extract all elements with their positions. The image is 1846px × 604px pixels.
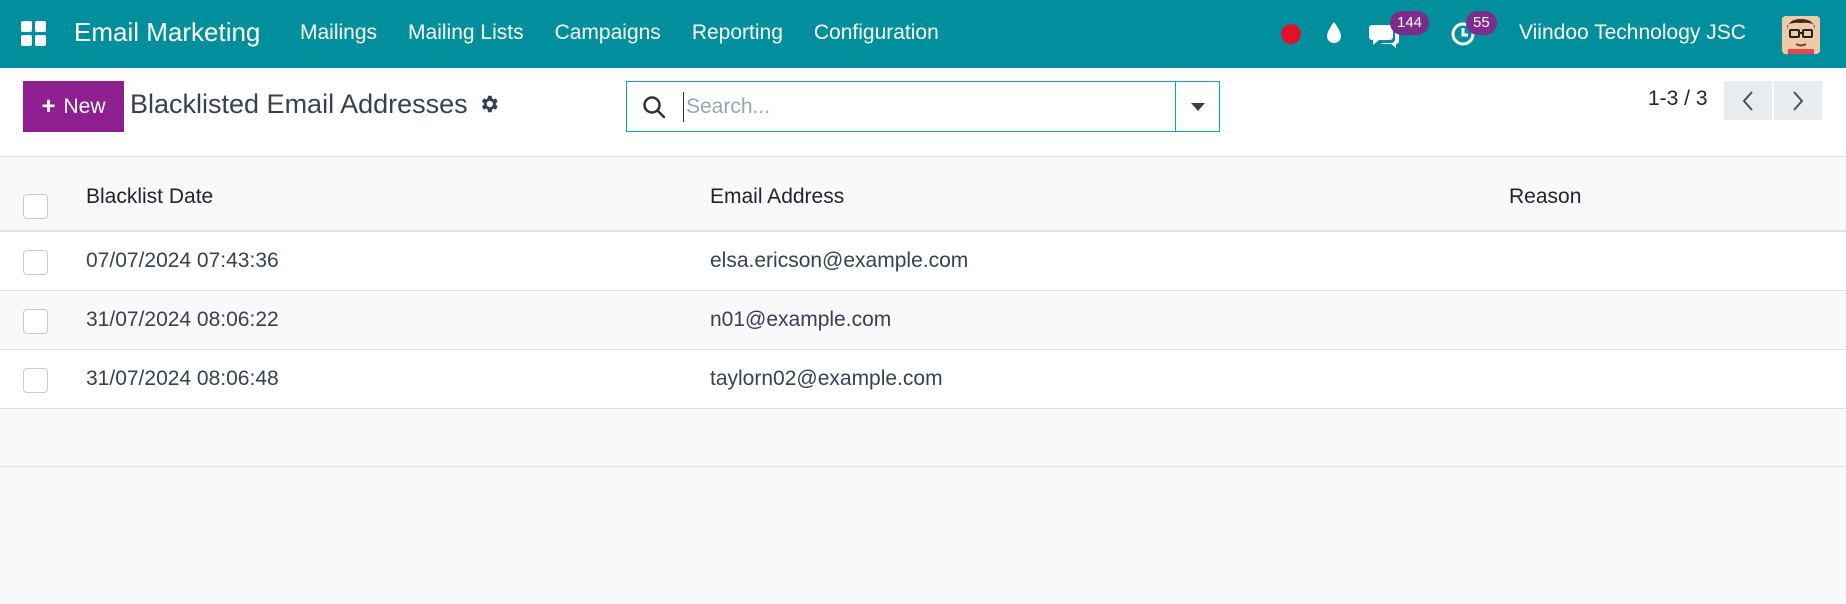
apps-menu-icon[interactable] [21,21,46,46]
page-title: Blacklisted Email Addresses [130,89,468,119]
company-switcher[interactable]: Viindoo Technology JSC [1519,21,1746,45]
chevron-left-icon [1742,90,1753,111]
select-all-checkbox[interactable] [23,194,48,219]
blacklist-date-cell: 31/07/2024 08:06:22 [86,308,279,331]
table-row[interactable]: 31/07/2024 08:06:22 n01@example.com [0,291,1846,350]
column-header-reason[interactable]: Reason [1509,185,1581,209]
drop-icon[interactable] [1324,20,1344,51]
table-row[interactable]: 07/07/2024 07:43:36 elsa.ericson@example… [0,232,1846,291]
caret-down-icon [1190,102,1205,111]
new-button[interactable]: + New [23,81,124,132]
row-checkbox[interactable] [23,368,48,393]
blacklist-table: Blacklist Date Email Address Reason 07/0… [0,157,1846,467]
column-header-email-address[interactable]: Email Address [710,185,844,209]
search-options-toggle[interactable] [1175,82,1219,131]
pager-previous-button[interactable] [1724,81,1772,120]
blacklist-date-cell: 07/07/2024 07:43:36 [86,249,279,272]
menu-reporting[interactable]: Reporting [692,21,783,45]
main-menu: Mailings Mailing Lists Campaigns Reporti… [300,21,970,45]
row-checkbox[interactable] [23,250,48,275]
email-address-cell: taylorn02@example.com [710,367,943,390]
empty-row [0,409,1846,467]
new-button-label: New [63,94,106,118]
search-input[interactable] [683,92,1153,122]
menu-mailing-lists[interactable]: Mailing Lists [408,21,524,45]
menu-mailings[interactable]: Mailings [300,21,377,45]
column-header-blacklist-date[interactable]: Blacklist Date [86,185,213,209]
table-row[interactable]: 31/07/2024 08:06:48 taylorn02@example.co… [0,350,1846,409]
pager-value[interactable]: 1-3 / 3 [1648,87,1708,111]
blacklist-date-cell: 31/07/2024 08:06:48 [86,367,279,390]
chevron-right-icon [1793,90,1804,111]
control-panel: + New Blacklisted Email Addresses 1-3 / … [0,68,1846,157]
top-navbar: Email Marketing Mailings Mailing Lists C… [0,0,1846,68]
search-box [626,81,1220,132]
email-address-cell: n01@example.com [710,308,892,331]
table-header: Blacklist Date Email Address Reason [0,157,1846,232]
menu-campaigns[interactable]: Campaigns [555,21,661,45]
messages-count-badge: 144 [1390,11,1430,35]
row-checkbox[interactable] [23,309,48,334]
gear-icon[interactable] [478,93,500,120]
search-icon [641,94,667,125]
plus-icon: + [41,92,56,120]
app-name[interactable]: Email Marketing [74,17,260,48]
menu-configuration[interactable]: Configuration [814,21,939,45]
pager-next-button[interactable] [1774,81,1822,120]
email-address-cell: elsa.ericson@example.com [710,249,969,272]
activities-count-badge: 55 [1466,11,1497,35]
recording-indicator-icon[interactable] [1281,24,1301,44]
user-avatar[interactable] [1782,16,1820,54]
